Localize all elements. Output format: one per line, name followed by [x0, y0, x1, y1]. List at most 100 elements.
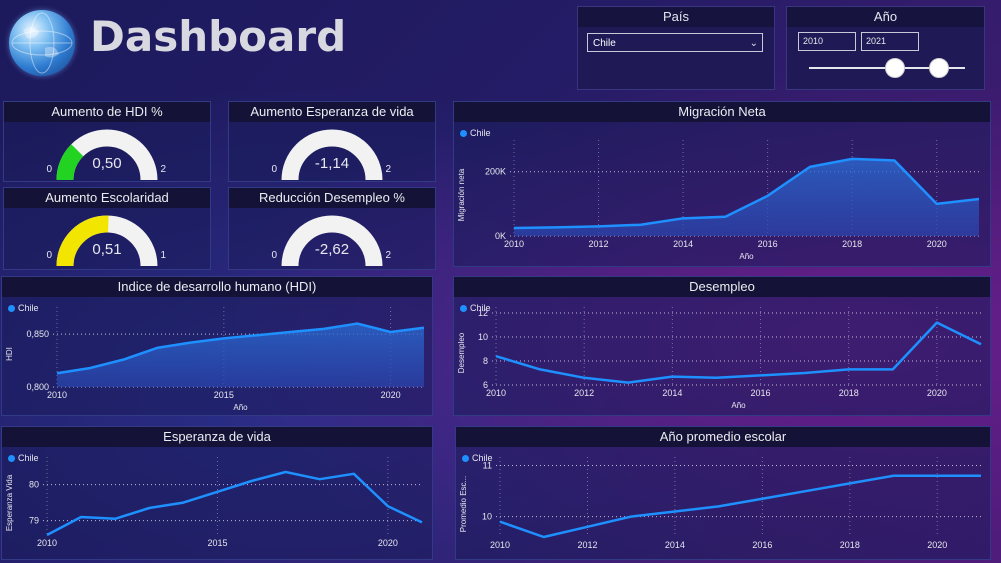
data-point[interactable] — [513, 226, 516, 229]
x-tick-label: 2018 — [839, 388, 859, 398]
data-point[interactable] — [284, 471, 287, 474]
data-point[interactable] — [893, 159, 896, 162]
data-point[interactable] — [495, 355, 498, 358]
series-line[interactable] — [46, 470, 423, 537]
data-point[interactable] — [766, 194, 769, 197]
x-tick-label: 2014 — [673, 239, 693, 249]
x-tick-label: 2015 — [207, 538, 227, 548]
data-point[interactable] — [499, 520, 502, 523]
data-point[interactable] — [156, 346, 159, 349]
data-point[interactable] — [980, 343, 983, 346]
chart-plot: 6810122010 2012 2014 2016 2018 2020AñoDesempl… — [457, 307, 983, 410]
data-point[interactable] — [352, 472, 355, 475]
data-point[interactable] — [717, 505, 720, 508]
data-point[interactable] — [847, 368, 850, 371]
series-line[interactable] — [495, 321, 982, 384]
chart-plot: 79 80 2010 2015 2020 Esperanza Vida — [5, 457, 424, 548]
x-tick-label: 2018 — [842, 239, 862, 249]
data-point[interactable] — [583, 376, 586, 379]
data-point[interactable] — [759, 374, 762, 377]
y-tick-label: 80 — [29, 480, 39, 490]
x-tick-label: 2016 — [758, 239, 778, 249]
data-point[interactable] — [848, 482, 851, 485]
y-tick-label: 8 — [483, 356, 488, 366]
data-point[interactable] — [805, 490, 808, 493]
data-point[interactable] — [761, 497, 764, 500]
data-point[interactable] — [892, 474, 895, 477]
anio-from-input[interactable]: 2010 — [798, 32, 856, 51]
data-point[interactable] — [389, 331, 392, 334]
data-point[interactable] — [803, 372, 806, 375]
x-axis-label: Año — [233, 403, 248, 412]
y-tick-label: 0,800 — [26, 382, 49, 392]
data-point[interactable] — [539, 368, 542, 371]
data-point[interactable] — [597, 225, 600, 228]
data-point[interactable] — [322, 327, 325, 330]
data-point[interactable] — [978, 198, 981, 201]
gauge-value: -2,62 — [314, 241, 350, 258]
x-tick-label: 2010 — [504, 239, 524, 249]
data-point[interactable] — [724, 215, 727, 218]
data-point[interactable] — [80, 516, 83, 519]
data-point[interactable] — [891, 368, 894, 371]
data-point[interactable] — [89, 366, 92, 369]
data-point[interactable] — [639, 223, 642, 226]
x-tick-label: 2014 — [665, 540, 685, 550]
gauge-arc — [281, 129, 383, 181]
page-title: Dashboard — [90, 12, 347, 61]
gauge-value: 0,50 — [92, 155, 122, 172]
pais-slicer-title: País — [578, 7, 774, 27]
gauge-min: 0 — [271, 164, 278, 175]
data-point[interactable] — [56, 372, 59, 375]
anio-to-input[interactable]: 2021 — [861, 32, 919, 51]
data-point[interactable] — [216, 490, 219, 493]
data-point[interactable] — [935, 321, 938, 324]
data-point[interactable] — [250, 480, 253, 483]
data-point[interactable] — [318, 478, 321, 481]
gauge-value: 0,51 — [92, 241, 122, 258]
data-point[interactable] — [630, 515, 633, 518]
data-point[interactable] — [423, 326, 426, 329]
data-point[interactable] — [46, 534, 49, 537]
data-point[interactable] — [122, 358, 125, 361]
x-tick-label: 2020 — [927, 388, 947, 398]
data-point[interactable] — [222, 337, 225, 340]
data-point[interactable] — [715, 376, 718, 379]
data-point[interactable] — [851, 157, 854, 160]
gauge-arc — [56, 129, 158, 181]
data-point[interactable] — [935, 202, 938, 205]
data-point[interactable] — [936, 474, 939, 477]
data-point[interactable] — [289, 331, 292, 334]
data-point[interactable] — [627, 381, 630, 384]
data-point[interactable] — [148, 507, 151, 510]
data-point[interactable] — [256, 334, 259, 337]
data-point[interactable] — [182, 501, 185, 504]
chart-plot: 0K200K2010 2012 2014 2016 2018 2020AñoMigraci… — [457, 140, 981, 261]
data-point[interactable] — [671, 375, 674, 378]
x-tick-label: 2020 — [378, 538, 398, 548]
data-point[interactable] — [189, 341, 192, 344]
gauge-card-desempleo: Reducción Desempleo % -2,62 0 2 — [228, 187, 436, 270]
x-tick-label: 2016 — [752, 540, 772, 550]
data-point[interactable] — [586, 525, 589, 528]
data-point[interactable] — [356, 322, 359, 325]
pais-dropdown[interactable]: Chile ⌄ — [587, 33, 763, 52]
x-tick-label: 2012 — [589, 239, 609, 249]
data-point[interactable] — [542, 536, 545, 539]
data-point[interactable] — [114, 517, 117, 520]
anio-slider-end-handle[interactable] — [929, 58, 949, 78]
anio-slider-start-handle[interactable] — [885, 58, 905, 78]
gauge-title: Aumento Esperanza de vida — [229, 102, 435, 122]
data-point[interactable] — [421, 521, 424, 524]
gauge-title: Aumento Escolaridad — [4, 188, 210, 208]
y-tick-label: 10 — [482, 512, 492, 522]
data-point[interactable] — [808, 165, 811, 168]
x-tick-label: 2015 — [214, 390, 234, 400]
data-point[interactable] — [682, 217, 685, 220]
data-point[interactable] — [555, 226, 558, 229]
data-point[interactable] — [980, 474, 983, 477]
data-point[interactable] — [386, 505, 389, 508]
x-tick-label: 2010 — [47, 390, 67, 400]
data-point[interactable] — [673, 510, 676, 513]
series-line[interactable] — [499, 474, 981, 539]
